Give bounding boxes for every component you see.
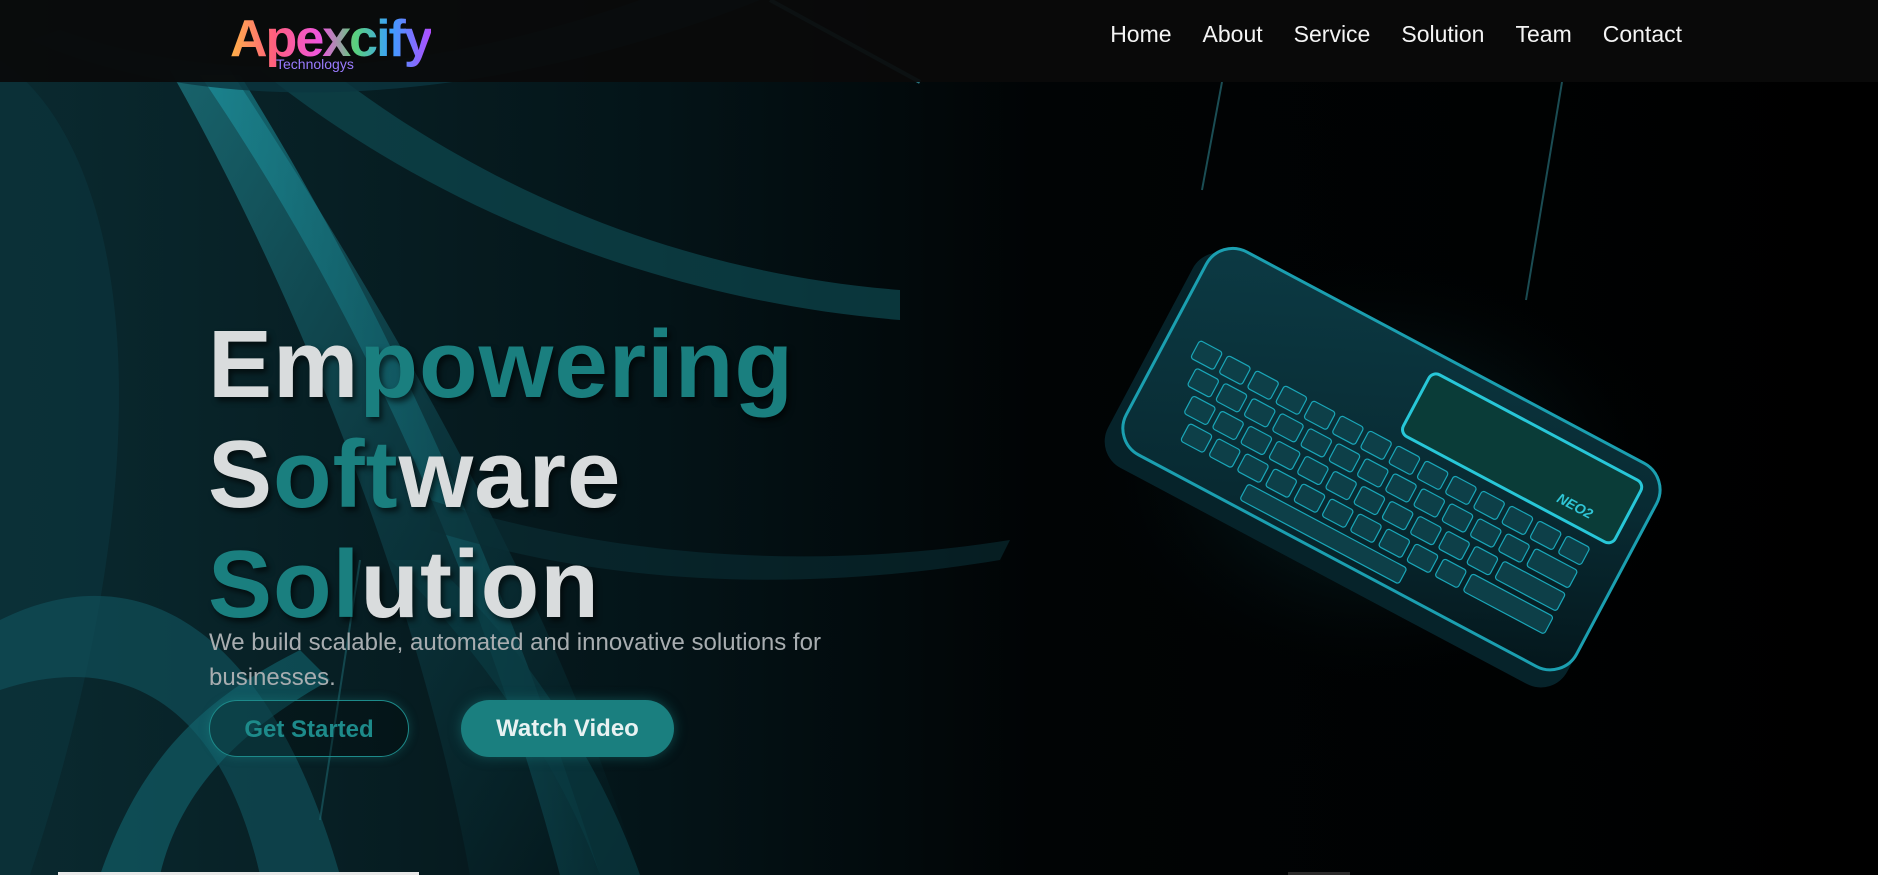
top-navbar: Apexcify Technologys Home About Service …	[0, 0, 1878, 82]
hero-title-line-2: Software	[208, 420, 794, 530]
main-nav: Home About Service Solution Team Contact	[1110, 20, 1682, 48]
hero-title-segment: S	[208, 421, 274, 529]
hero-title-line-3: Solution	[208, 530, 794, 640]
hero-title-line-1: Empowering	[208, 310, 794, 420]
brand-tagline: Technologys	[276, 56, 354, 72]
hero-title-segment: Em	[208, 311, 360, 419]
get-started-button[interactable]: Get Started	[209, 700, 409, 757]
nav-contact[interactable]: Contact	[1603, 20, 1682, 48]
keyboard-device-icon: NEO2	[1080, 246, 1680, 690]
brand-logo[interactable]: Apexcify Technologys	[230, 10, 433, 74]
watch-video-button[interactable]: Watch Video	[461, 700, 674, 757]
nav-team[interactable]: Team	[1515, 20, 1571, 48]
nav-service[interactable]: Service	[1294, 20, 1371, 48]
nav-about[interactable]: About	[1203, 20, 1263, 48]
hero-title: Empowering Software Solution	[208, 310, 794, 640]
nav-solution[interactable]: Solution	[1401, 20, 1484, 48]
hero-title-segment: oft	[273, 421, 399, 529]
hero-title-segment: Sol	[208, 531, 361, 639]
hero-title-segment: ware	[398, 421, 622, 529]
hero-title-segment: powering	[359, 311, 795, 419]
hero-title-segment: ution	[360, 531, 600, 639]
hero-description: We build scalable, automated and innovat…	[209, 629, 821, 691]
nav-home[interactable]: Home	[1110, 20, 1171, 48]
